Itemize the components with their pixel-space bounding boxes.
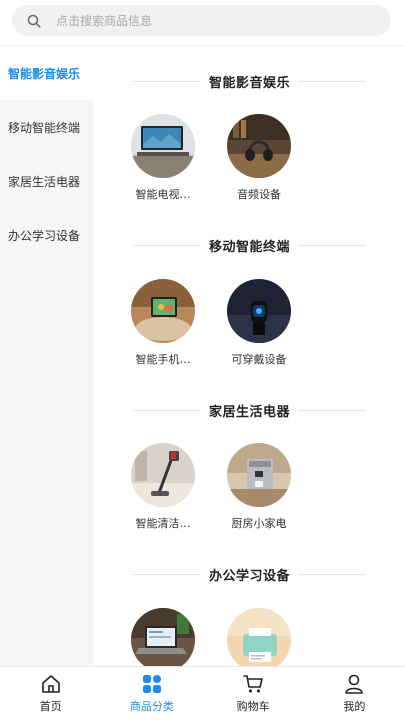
section-title: 家居生活电器 bbox=[208, 404, 290, 420]
sidebar-item-home-appliances[interactable]: 家居生活电器 bbox=[0, 154, 94, 208]
divider bbox=[298, 574, 366, 575]
tab-home[interactable]: 首页 bbox=[0, 667, 101, 720]
subcategory-label: 音频设备 bbox=[237, 188, 281, 201]
subcategory-item[interactable] bbox=[211, 607, 307, 666]
subcategory-item[interactable] bbox=[115, 607, 211, 666]
section-title: 办公学习设备 bbox=[208, 569, 290, 584]
sidebar-item-label: 办公学习设备 bbox=[8, 228, 81, 243]
divider bbox=[132, 409, 201, 411]
vacuum-image bbox=[131, 443, 195, 507]
divider bbox=[132, 574, 201, 575]
sidebar-item-label: 家居生活电器 bbox=[8, 174, 81, 189]
cart-icon bbox=[242, 673, 264, 695]
subcategory-label: 厨房小家电 bbox=[231, 517, 287, 530]
tab-label: 商品分类 bbox=[129, 700, 174, 713]
sidebar-item-label: 智能影音娱乐 bbox=[8, 66, 81, 81]
subcategory-item[interactable]: 智能清洁… bbox=[115, 443, 211, 531]
subcategory-item[interactable]: 音频设备 bbox=[211, 114, 307, 202]
subcategory-item[interactable]: 厨房小家电 bbox=[211, 443, 307, 531]
laptop-image bbox=[131, 607, 195, 666]
divider bbox=[298, 80, 366, 82]
printer-image bbox=[227, 607, 291, 666]
search-bar-container bbox=[0, 0, 405, 46]
section-header: 办公学习设备 bbox=[94, 540, 405, 608]
divider bbox=[298, 409, 366, 411]
tab-category[interactable]: 商品分类 bbox=[101, 667, 202, 720]
category-section: 智能影音娱乐 智能电视… 音频设备 bbox=[94, 46, 405, 211]
divider bbox=[132, 80, 201, 82]
subcategory-item[interactable]: 智能手机… bbox=[115, 278, 211, 367]
headphones-image bbox=[227, 114, 291, 178]
section-title: 移动智能终端 bbox=[208, 240, 290, 255]
subcategory-label: 智能清洁… bbox=[135, 517, 191, 530]
divider bbox=[132, 245, 201, 246]
bottom-tab-bar: 首页 商品分类 购物车 我的 bbox=[0, 666, 405, 720]
coffee-machine-image bbox=[227, 443, 291, 507]
tab-label: 首页 bbox=[39, 700, 62, 713]
tab-label: 购物车 bbox=[236, 700, 270, 713]
category-section: 移动智能终端 智能手机… 可穿戴设备 bbox=[94, 211, 405, 376]
search-input[interactable] bbox=[56, 13, 356, 28]
smart-tv-image bbox=[131, 114, 195, 178]
sidebar-item-mobile-terminal[interactable]: 移动智能终端 bbox=[0, 100, 94, 154]
section-header: 移动智能终端 bbox=[94, 211, 405, 279]
smartwatch-image bbox=[227, 278, 291, 343]
subcategory-label: 智能电视… bbox=[135, 188, 191, 201]
sidebar-item-office-study[interactable]: 办公学习设备 bbox=[0, 208, 94, 262]
category-icon bbox=[141, 673, 163, 695]
user-icon bbox=[343, 673, 365, 695]
divider bbox=[298, 245, 366, 246]
subcategory-label: 智能手机… bbox=[135, 352, 191, 366]
tab-label: 我的 bbox=[343, 700, 366, 713]
subcategory-item[interactable]: 智能电视… bbox=[115, 114, 211, 202]
category-content: 智能影音娱乐 智能电视… 音频设备 移动智能终端 智能手机… 可穿戴设备 家居生… bbox=[94, 46, 405, 666]
search-icon bbox=[27, 14, 41, 28]
sidebar-item-av-entertainment[interactable]: 智能影音娱乐 bbox=[0, 46, 94, 100]
section-header: 家居生活电器 bbox=[94, 375, 405, 443]
tablet-image bbox=[131, 278, 195, 343]
tab-profile[interactable]: 我的 bbox=[304, 667, 405, 720]
home-icon bbox=[40, 673, 62, 695]
category-section: 办公学习设备 bbox=[94, 540, 405, 666]
subcategory-label: 可穿戴设备 bbox=[231, 352, 287, 366]
sidebar-item-label: 移动智能终端 bbox=[8, 120, 81, 135]
section-header: 智能影音娱乐 bbox=[94, 46, 405, 114]
subcategory-item[interactable]: 可穿戴设备 bbox=[211, 278, 307, 367]
search-bar[interactable] bbox=[12, 5, 391, 36]
section-title: 智能影音娱乐 bbox=[208, 75, 290, 91]
category-section: 家居生活电器 智能清洁… 厨房小家电 bbox=[94, 375, 405, 540]
category-sidebar: 智能影音娱乐 移动智能终端 家居生活电器 办公学习设备 bbox=[0, 46, 94, 666]
tab-cart[interactable]: 购物车 bbox=[203, 667, 304, 720]
